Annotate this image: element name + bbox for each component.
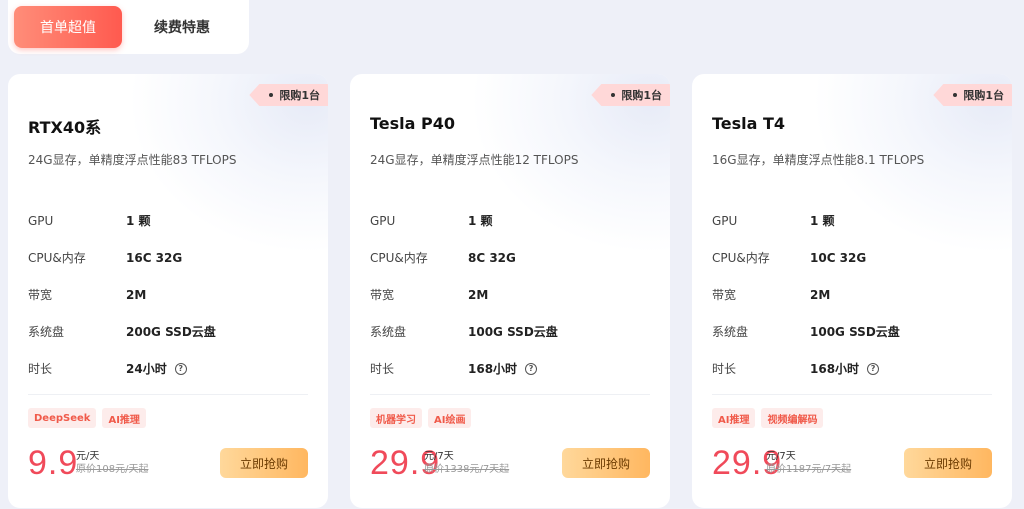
spec-row-system-disk: 系统盘 200G SSD云盘 (28, 325, 216, 339)
spec-row-duration: 时长 168小时? (370, 350, 650, 387)
divider (28, 394, 308, 395)
price-unit: 元/天 (76, 451, 100, 462)
buy-now-button[interactable]: 立即抢购 (904, 448, 992, 478)
tag: 视频编解码 (761, 408, 824, 428)
product-card-tesla-t4: 限购1台 Tesla T4 16G显存，单精度浮点性能8.1 TFLOPS GP… (692, 74, 1012, 508)
spec-row-gpu: GPU 1 颗 (370, 213, 493, 229)
card-subtitle: 16G显存，单精度浮点性能8.1 TFLOPS (712, 153, 925, 167)
original-price: 原价1187元/7天起 (766, 464, 852, 475)
tag: 机器学习 (370, 408, 422, 428)
card-subtitle: 24G显存，单精度浮点性能83 TFLOPS (28, 153, 237, 167)
spec-row-duration: 时长 24小时? (28, 350, 308, 387)
card-title: RTX40系 (28, 118, 102, 137)
tag-list: 机器学习 AI绘画 (370, 408, 477, 428)
spec-row-system-disk: 系统盘 100G SSD云盘 (370, 325, 558, 339)
bullet-icon (611, 93, 616, 97)
card-title: Tesla T4 (712, 114, 786, 133)
spec-row-system-disk: 系统盘 100G SSD云盘 (712, 325, 900, 339)
question-circle-icon[interactable]: ? (525, 362, 538, 375)
spec-row-bandwidth: 带宽 2M (28, 287, 147, 303)
spec-row-cpu-memory: CPU&内存 16C 32G (28, 250, 183, 266)
tag: AI绘画 (428, 408, 472, 428)
tab-first-order[interactable]: 首单超值 (14, 6, 122, 48)
divider (370, 394, 650, 395)
price-info: 元/天 原价108元/天起 (76, 450, 148, 476)
spec-list: GPU 1 颗 CPU&内存 8C 32G 带宽 2M 系统盘 100G SSD云盘 时… (370, 202, 650, 387)
bullet-icon (269, 93, 274, 97)
price-unit: 元/7天 (424, 451, 454, 462)
offer-tabs: 首单超值 续费特惠 (8, 0, 249, 54)
buy-now-button[interactable]: 立即抢购 (562, 448, 650, 478)
tag: AI推理 (712, 408, 756, 428)
question-circle-icon[interactable]: ? (174, 362, 187, 375)
spec-row-cpu-memory: CPU&内存 10C 32G (712, 250, 867, 266)
spec-list: GPU 1 颗 CPU&内存 16C 32G 带宽 2M 系统盘 200G SSD云盘 … (28, 202, 308, 387)
divider (712, 394, 992, 395)
spec-list: GPU 1 颗 CPU&内存 10C 32G 带宽 2M 系统盘 100G SSD云盘 … (712, 202, 992, 387)
card-subtitle: 24G显存，单精度浮点性能12 TFLOPS (370, 153, 579, 167)
original-price: 原价1338元/7天起 (424, 464, 510, 475)
price-unit: 元/7天 (766, 451, 796, 462)
spec-row-bandwidth: 带宽 2M (370, 287, 489, 303)
card-title: Tesla P40 (370, 114, 456, 133)
tag: DeepSeek (28, 408, 97, 428)
tag-list: DeepSeek AI推理 (28, 408, 152, 428)
tag: AI推理 (102, 408, 146, 428)
tag-list: AI推理 视频编解码 (712, 408, 829, 428)
price: 9.9 (28, 444, 79, 482)
tab-renewal[interactable]: 续费特惠 (128, 6, 236, 48)
product-card-tesla-p40: 限购1台 Tesla P40 24G显存，单精度浮点性能12 TFLOPS GP… (350, 74, 670, 508)
spec-row-duration: 时长 168小时? (712, 350, 992, 387)
spec-row-bandwidth: 带宽 2M (712, 287, 831, 303)
original-price: 原价108元/天起 (76, 464, 149, 475)
product-card-rtx40: 限购1台 RTX40系 24G显存，单精度浮点性能83 TFLOPS GPU 1 … (8, 74, 328, 508)
limit-badge: 限购1台 (591, 84, 670, 106)
price-info: 元/7天 原价1187元/7天起 (766, 450, 851, 476)
buy-now-button[interactable]: 立即抢购 (220, 448, 308, 478)
question-circle-icon[interactable]: ? (867, 362, 880, 375)
spec-row-gpu: GPU 1 颗 (712, 213, 835, 229)
limit-badge: 限购1台 (249, 84, 328, 106)
price-info: 元/7天 原价1338元/7天起 (424, 450, 509, 476)
limit-badge: 限购1台 (933, 84, 1012, 106)
bullet-icon (953, 93, 958, 97)
spec-row-cpu-memory: CPU&内存 8C 32G (370, 250, 516, 266)
spec-row-gpu: GPU 1 颗 (28, 213, 151, 229)
